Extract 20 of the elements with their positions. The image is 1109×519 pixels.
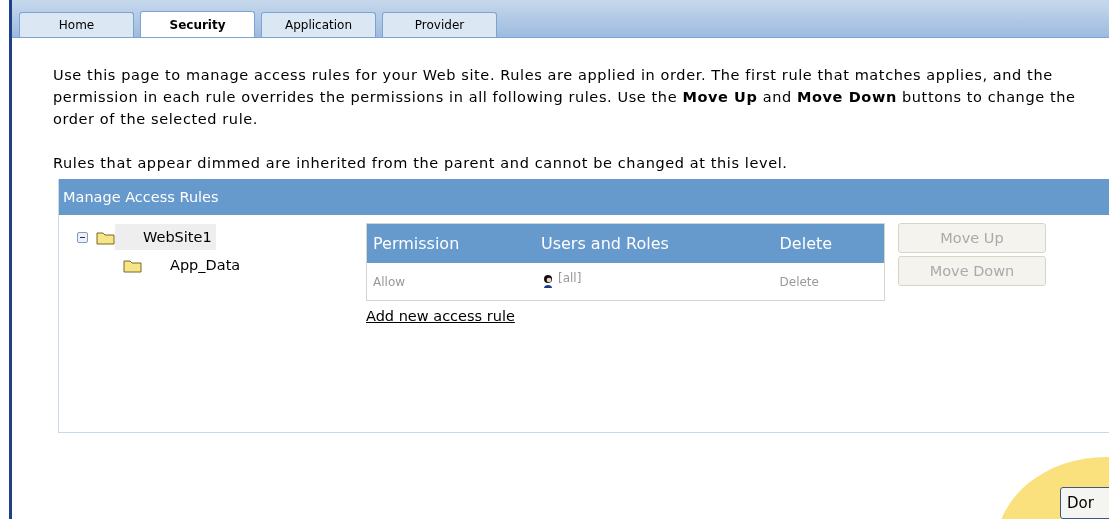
tab[interactable]: Home: [19, 12, 134, 37]
tab[interactable]: Security: [140, 11, 255, 37]
folder-icon: [123, 257, 142, 273]
table-cell-text: [all]: [557, 270, 582, 287]
tree-item[interactable]: WebSite1: [115, 224, 216, 250]
folder-icon: [96, 229, 115, 245]
collapse-icon[interactable]: [77, 231, 88, 243]
column-header: Users and Roles: [534, 223, 774, 263]
table-cell: Allow: [366, 263, 535, 301]
tab[interactable]: Application: [261, 12, 376, 37]
column-header: Delete: [773, 223, 885, 263]
panel-title: Manage Access Rules: [59, 179, 1109, 215]
table-cell: Delete: [773, 263, 885, 301]
done-button[interactable]: Dor: [1060, 487, 1109, 519]
intro-text: Use this page to manage access rules for your Web site. Rules are applied in order. The first rule that matches applies, and the permission in each rule overrides the permissions in all following rules. Use the Move Up and Move Down buttons to change the order of the selected rule.: [53, 66, 1077, 129]
tab[interactable]: Provider: [382, 12, 497, 37]
column-header: Permission: [366, 223, 535, 263]
note-text: Rules that appear dimmed are inherited from the parent and cannot be changed at this level.: [53, 154, 789, 173]
tree-item[interactable]: App_Data: [142, 252, 245, 278]
add-rule-link[interactable]: Add new access rule: [366, 305, 885, 327]
